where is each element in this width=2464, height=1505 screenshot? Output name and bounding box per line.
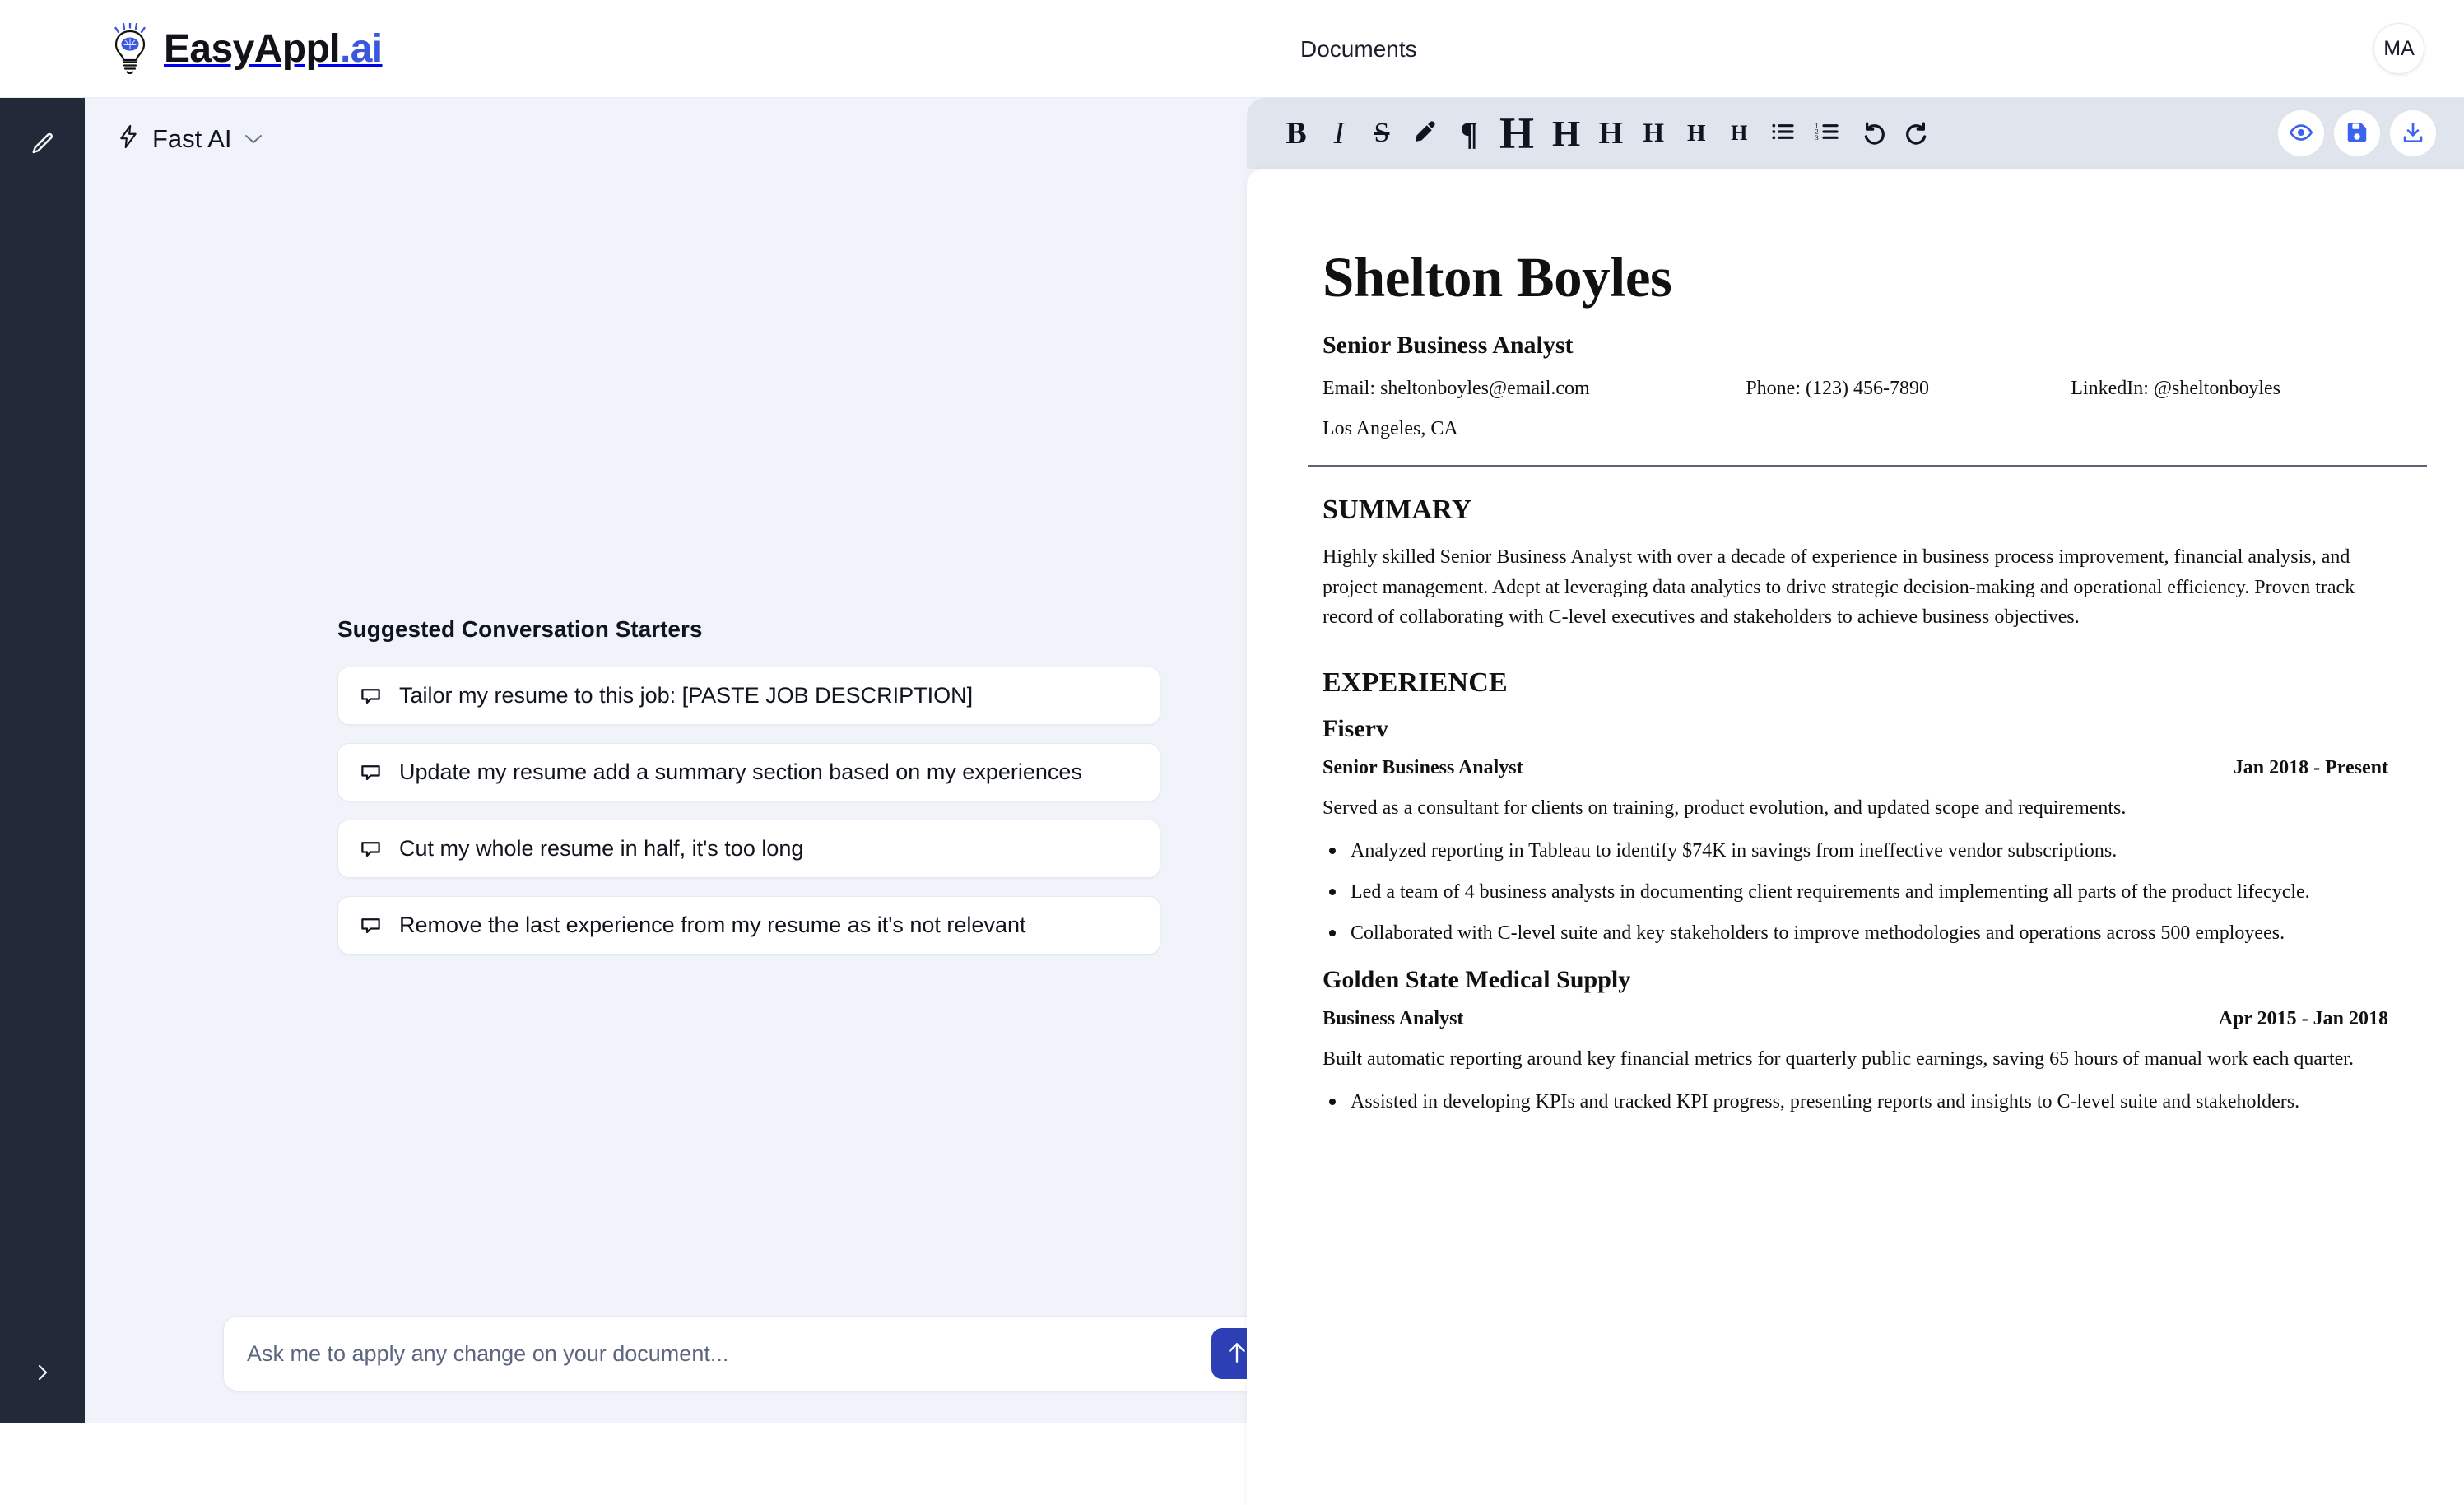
expand-sidebar-button[interactable] bbox=[0, 1350, 85, 1398]
download-icon bbox=[2401, 120, 2425, 147]
chat-composer bbox=[223, 1316, 1247, 1391]
speech-bubble-icon bbox=[360, 761, 382, 783]
brand-name: EasyAppl.ai bbox=[164, 26, 383, 71]
preview-button[interactable] bbox=[2278, 110, 2324, 156]
svg-text:3: 3 bbox=[1815, 133, 1819, 142]
suggested-starters: Suggested Conversation Starters Tailor m… bbox=[337, 616, 1160, 973]
experience-heading: EXPERIENCE bbox=[1323, 667, 1508, 698]
list-item: Led a team of 4 business analysts in doc… bbox=[1323, 877, 2388, 907]
resume-location: Los Angeles, CA bbox=[1323, 418, 1458, 440]
lightbulb-brain-icon bbox=[111, 23, 149, 74]
job-dates: Jan 2018 - Present bbox=[2233, 756, 2388, 778]
editor-panel: B I S ¶ H H H H H H 1 2 3 Shelton Boyles… bbox=[1247, 98, 2464, 1505]
brand-logo[interactable]: EasyAppl.ai bbox=[111, 23, 383, 74]
brand-suffix: .ai bbox=[339, 26, 383, 71]
highlighter-pen-icon bbox=[1412, 118, 1439, 148]
redo-icon bbox=[1904, 118, 1932, 149]
job-role: Business Analyst bbox=[1323, 1007, 1464, 1029]
list-item[interactable]: Remove the last experience from my resum… bbox=[337, 896, 1160, 955]
list-item[interactable]: Tailor my resume to this job: [PASTE JOB… bbox=[337, 667, 1160, 725]
summary-text: Highly skilled Senior Business Analyst w… bbox=[1323, 546, 2355, 629]
heading-1-button[interactable]: H bbox=[1490, 106, 1543, 160]
speech-bubble-icon bbox=[360, 685, 382, 707]
highlighter-button[interactable] bbox=[1403, 106, 1448, 160]
resume-title: Senior Business Analyst bbox=[1323, 332, 1574, 360]
resume-name: Shelton Boyles bbox=[1323, 246, 1672, 309]
save-button[interactable] bbox=[2334, 110, 2380, 156]
heading-2-button[interactable]: H bbox=[1543, 106, 1589, 160]
starter-label: Remove the last experience from my resum… bbox=[399, 913, 1026, 937]
chat-input[interactable] bbox=[224, 1340, 1211, 1367]
job-company: Fiserv bbox=[1323, 714, 1388, 742]
model-selector[interactable]: Fast AI bbox=[118, 123, 263, 154]
experience-item: Golden State Medical Supply Business Ana… bbox=[1323, 966, 2388, 1117]
list-item[interactable]: Update my resume add a summary section b… bbox=[337, 743, 1160, 801]
starters-title: Suggested Conversation Starters bbox=[337, 616, 703, 642]
list-item: Collaborated with C-level suite and key … bbox=[1323, 918, 2388, 948]
italic-button[interactable]: I bbox=[1318, 106, 1360, 160]
starter-label: Cut my whole resume in half, it's too lo… bbox=[399, 836, 804, 861]
pencil-icon bbox=[30, 132, 55, 160]
bullet-list-button[interactable] bbox=[1760, 106, 1805, 160]
download-button[interactable] bbox=[2390, 110, 2436, 156]
list-item: Analyzed reporting in Tableau to identif… bbox=[1323, 836, 2388, 866]
bullet-list-icon bbox=[1769, 118, 1796, 148]
new-document-button[interactable] bbox=[0, 120, 85, 171]
main-nav: Documents bbox=[1300, 0, 1417, 98]
send-button[interactable] bbox=[1211, 1328, 1247, 1379]
document-canvas[interactable]: Shelton Boyles Senior Business Analyst E… bbox=[1247, 169, 2464, 1505]
divider bbox=[1308, 465, 2427, 467]
paragraph-button[interactable]: ¶ bbox=[1448, 106, 1490, 160]
resume-phone: Phone: (123) 456-7890 bbox=[1746, 378, 1929, 400]
heading-6-button[interactable]: H bbox=[1718, 106, 1760, 160]
job-role-row: Business Analyst Apr 2015 - Jan 2018 bbox=[1323, 1008, 2388, 1030]
eye-icon bbox=[2289, 120, 2313, 147]
job-bullets: Analyzed reporting in Tableau to identif… bbox=[1323, 836, 2388, 948]
undo-button[interactable] bbox=[1849, 106, 1895, 160]
ordered-list-button[interactable]: 1 2 3 bbox=[1805, 106, 1849, 160]
editor-toolbar: B I S ¶ H H H H H H 1 2 3 bbox=[1247, 98, 2464, 169]
chat-panel: Fast AI Suggested Conversation Starters … bbox=[85, 98, 1247, 1423]
top-bar: EasyAppl.ai Documents MA bbox=[0, 0, 2464, 98]
strikethrough-button[interactable]: S bbox=[1360, 106, 1403, 160]
save-floppy-icon bbox=[2345, 120, 2369, 147]
undo-icon bbox=[1858, 118, 1886, 149]
starter-label: Tailor my resume to this job: [PASTE JOB… bbox=[399, 683, 974, 708]
chevron-down-icon bbox=[244, 133, 263, 145]
redo-button[interactable] bbox=[1895, 106, 1941, 160]
heading-5-button[interactable]: H bbox=[1675, 106, 1718, 160]
left-rail bbox=[0, 98, 85, 1423]
chevron-right-icon bbox=[34, 1362, 52, 1387]
list-item[interactable]: Cut my whole resume in half, it's too lo… bbox=[337, 820, 1160, 878]
lightning-bolt-icon bbox=[118, 123, 139, 154]
resume-linkedin: LinkedIn: @sheltonboyles bbox=[2071, 378, 2280, 400]
heading-4-button[interactable]: H bbox=[1632, 106, 1675, 160]
speech-bubble-icon bbox=[360, 914, 382, 936]
speech-bubble-icon bbox=[360, 838, 382, 860]
ordered-list-icon: 1 2 3 bbox=[1814, 118, 1840, 148]
arrow-up-icon bbox=[1226, 1340, 1247, 1368]
list-item: Assisted in developing KPIs and tracked … bbox=[1323, 1087, 2388, 1117]
model-label: Fast AI bbox=[152, 123, 232, 153]
job-company: Golden State Medical Supply bbox=[1323, 965, 1631, 993]
resume-email: Email: sheltonboyles@email.com bbox=[1323, 378, 1590, 400]
heading-3-button[interactable]: H bbox=[1589, 106, 1632, 160]
job-role: Senior Business Analyst bbox=[1323, 756, 1523, 778]
job-role-row: Senior Business Analyst Jan 2018 - Prese… bbox=[1323, 757, 2388, 779]
nav-item-documents[interactable]: Documents bbox=[1300, 36, 1417, 63]
job-dates: Apr 2015 - Jan 2018 bbox=[2218, 1007, 2388, 1029]
avatar[interactable]: MA bbox=[2373, 23, 2424, 74]
job-description: Built automatic reporting around key fin… bbox=[1323, 1047, 2354, 1070]
job-description: Served as a consultant for clients on tr… bbox=[1323, 797, 2127, 819]
bold-button[interactable]: B bbox=[1275, 106, 1318, 160]
starter-label: Update my resume add a summary section b… bbox=[399, 759, 1082, 784]
resume-contact-row: Email: sheltonboyles@email.com Phone: (1… bbox=[1323, 378, 2388, 400]
job-bullets: Assisted in developing KPIs and tracked … bbox=[1323, 1087, 2388, 1117]
experience-item: Fiserv Senior Business Analyst Jan 2018 … bbox=[1323, 715, 2388, 948]
summary-heading: SUMMARY bbox=[1323, 495, 1472, 526]
